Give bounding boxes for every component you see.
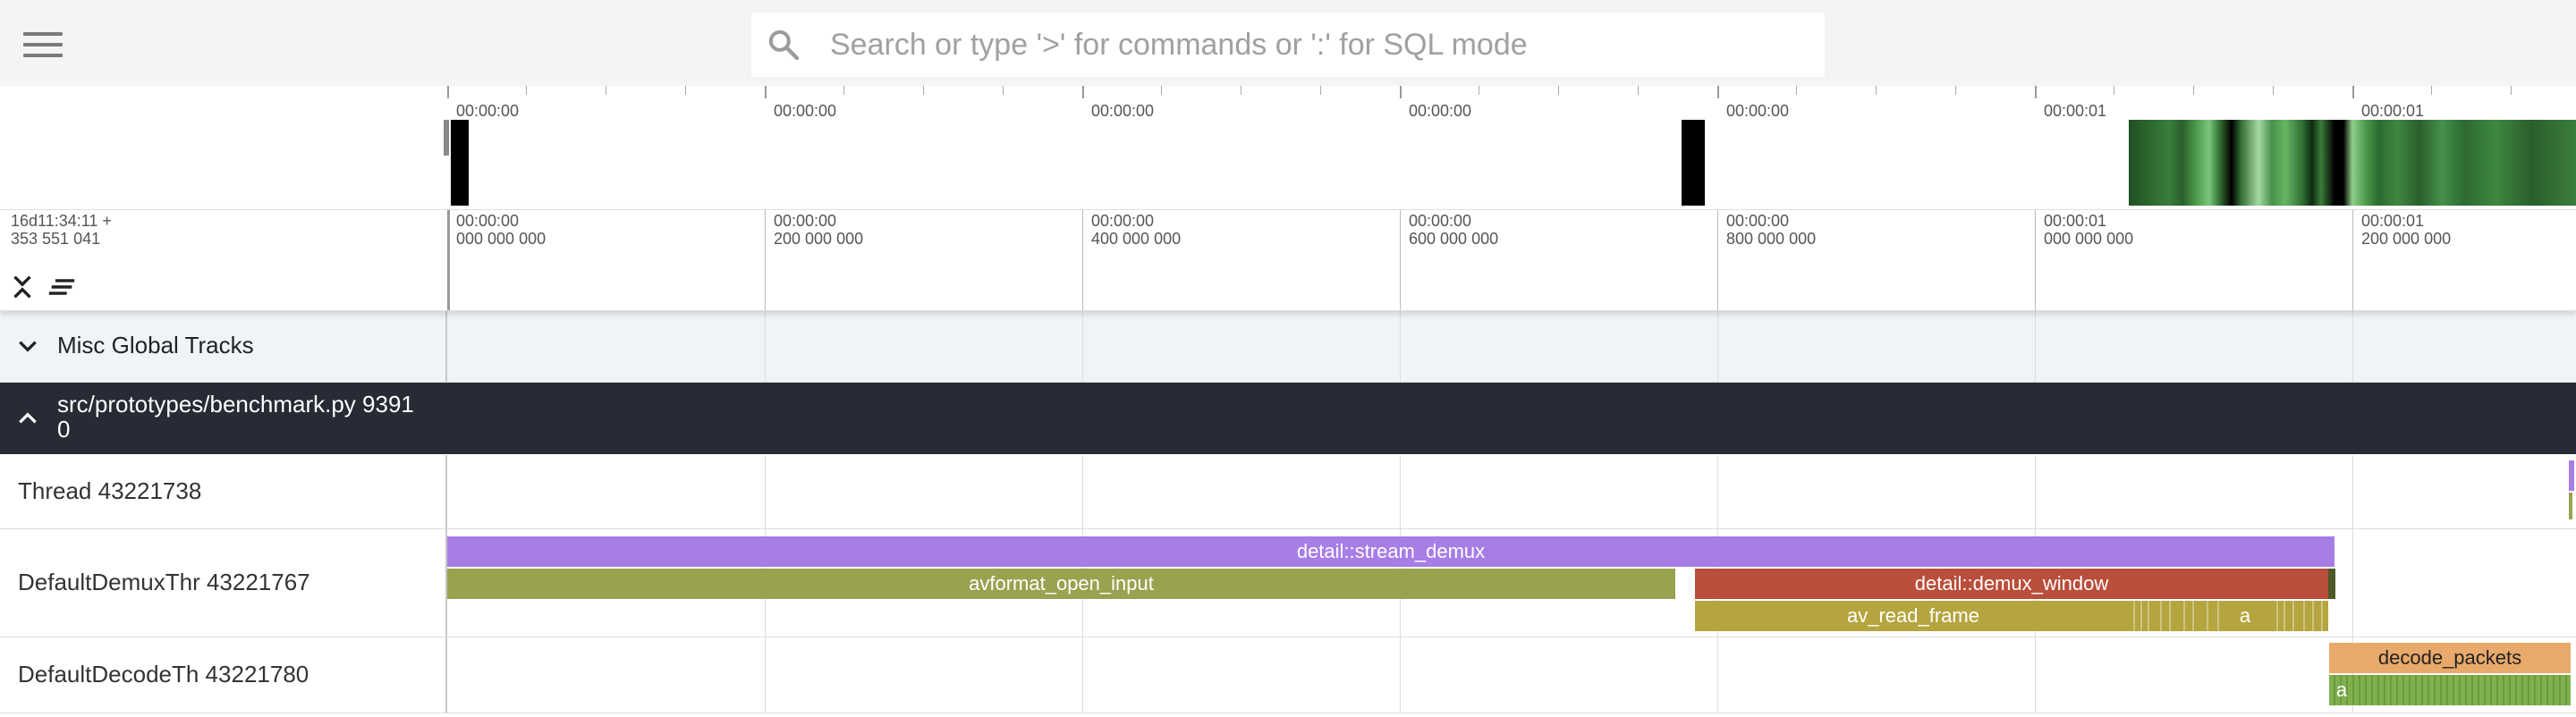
thread-name: Thread 43221738: [18, 477, 202, 504]
omnibox[interactable]: [751, 13, 1825, 77]
misc-global-tracks-header[interactable]: Misc Global Tracks: [0, 310, 2576, 383]
process-title: src/prototypes/benchmark.py 9391 0: [57, 391, 414, 443]
thread-track[interactable]: DefaultDemuxThr 43221767 detail::stream_…: [0, 529, 2576, 637]
hamburger-icon[interactable]: [23, 32, 63, 59]
thread-track[interactable]: DefaultDecodeTh 43221780 decode_packets …: [0, 637, 2576, 713]
slice[interactable]: [2569, 493, 2572, 519]
slice[interactable]: [2569, 460, 2574, 491]
slice-a-label: a: [2239, 604, 2251, 627]
sort-lines-icon[interactable]: [47, 271, 77, 303]
thread-name: DefaultDemuxThr 43221767: [18, 569, 310, 595]
overview-activity-block: [1682, 120, 1705, 206]
overview-handle-left[interactable]: [444, 120, 449, 156]
process-track-header[interactable]: src/prototypes/benchmark.py 9391 0: [0, 383, 2576, 454]
overview-timeline[interactable]: 00:00:00 00:00:00 00:00:00 00:00:00 00:0…: [0, 86, 2576, 209]
overview-axis: 00:00:00 00:00:00 00:00:00 00:00:00 00:0…: [444, 86, 2576, 209]
collapse-all-icon[interactable]: [7, 271, 38, 303]
slice-decode-packets[interactable]: decode_packets: [2329, 643, 2571, 673]
time-axis-tick-label: 00:00:01 000 000 000: [2044, 212, 2134, 248]
overview-tick-label: 00:00:00: [456, 102, 520, 120]
overview-activity-block: [451, 120, 469, 206]
overview-tick-label: 00:00:00: [1726, 102, 1790, 120]
search-icon: [768, 30, 800, 61]
time-axis-tick-label: 00:00:01 200 000 000: [2361, 212, 2452, 248]
slice[interactable]: [2328, 569, 2335, 599]
overview-tick-label: 00:00:00: [1409, 102, 1472, 120]
slice-demux-window[interactable]: detail::demux_window: [1695, 569, 2328, 599]
chevron-down-icon[interactable]: [16, 334, 39, 358]
slice-av-read-frame[interactable]: av_read_frame a: [1695, 601, 2328, 631]
overview-tick-label: 00:00:01: [2361, 102, 2425, 120]
slice-a-label: a: [2335, 679, 2348, 701]
overview-tick-label: 00:00:01: [2044, 102, 2107, 120]
slice-stream-demux[interactable]: detail::stream_demux: [447, 536, 2334, 567]
top-bar: [0, 0, 2576, 87]
time-offset-line2: 353 551 041: [11, 230, 101, 248]
time-axis-tick-label: 00:00:00 000 000 000: [456, 212, 547, 248]
thread-track[interactable]: Thread 43221738: [0, 455, 2576, 529]
search-input[interactable]: [830, 13, 1805, 77]
time-axis-tick-label: 00:00:00 600 000 000: [1409, 212, 1499, 248]
time-offset-label: 16d11:34:11 +353 551 041: [11, 212, 112, 248]
slice-decode-child[interactable]: a: [2329, 675, 2571, 705]
thread-name: DefaultDecodeTh 43221780: [18, 661, 309, 687]
chevron-up-icon[interactable]: [16, 407, 39, 430]
misc-tracks-title: Misc Global Tracks: [57, 332, 254, 358]
overview-tick-label: 00:00:00: [774, 102, 837, 120]
slice-avformat-open-input[interactable]: avformat_open_input: [447, 569, 1675, 599]
time-axis: 16d11:34:11 +353 551 041 00:00:00 000 000…: [0, 209, 2576, 311]
time-axis-tick-label: 00:00:00 200 000 000: [774, 212, 864, 248]
overview-activity-block: [2129, 120, 2576, 206]
time-axis-tick-label: 00:00:00 800 000 000: [1726, 212, 1817, 248]
time-axis-tick-label: 00:00:00 400 000 000: [1091, 212, 1182, 248]
time-offset-line1: 16d11:34:11 +: [11, 212, 112, 230]
overview-tick-label: 00:00:00: [1091, 102, 1155, 120]
